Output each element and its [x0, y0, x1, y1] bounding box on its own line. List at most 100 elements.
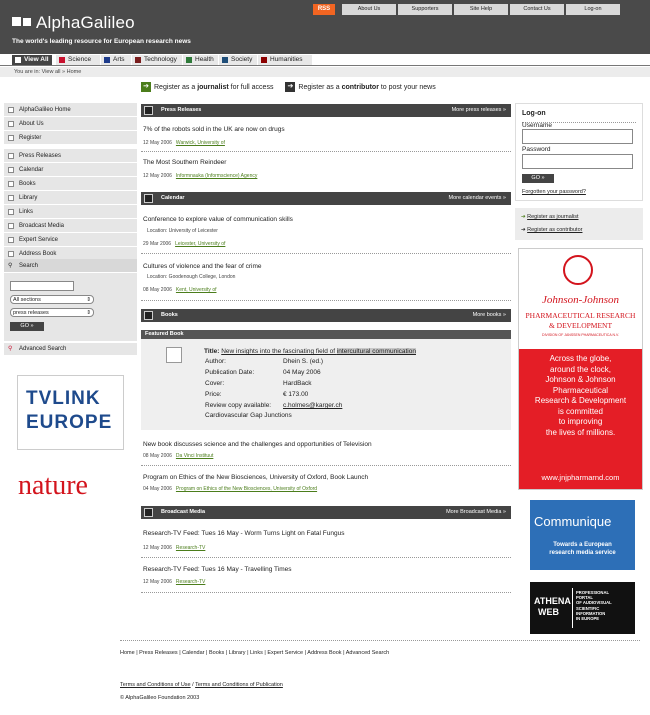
category-color-icon	[261, 57, 267, 63]
divider	[141, 592, 511, 593]
category-color-icon	[186, 57, 192, 63]
select-arrow-icon: ⇕	[86, 297, 91, 303]
type-select[interactable]: press releases ⇕	[10, 308, 94, 317]
bullet-icon	[8, 121, 14, 127]
top-nav-site-help[interactable]: Site Help	[454, 4, 508, 15]
athena-web-ad[interactable]: ATHENA WEB PROFESSIONAL PORTAL OF AUDIOV…	[530, 582, 635, 634]
logon-title: Log-on	[522, 110, 546, 117]
nav-books[interactable]: Books	[4, 177, 137, 191]
category-technology[interactable]: Technology	[132, 55, 182, 65]
more-books-link[interactable]: More books »	[473, 309, 506, 322]
calendar-item-title[interactable]: Cultures of violence and the fear of cri…	[143, 263, 262, 270]
top-nav-contact[interactable]: Contact Us	[510, 4, 564, 15]
calendar-item-source-link[interactable]: Leicester, University of	[175, 241, 225, 247]
book-item-title[interactable]: New book discusses science and the chall…	[143, 441, 372, 448]
arrow-right-icon: ➔	[521, 227, 526, 233]
category-science[interactable]: Science	[56, 55, 100, 65]
nav-home[interactable]: AlphaGalileo Home	[4, 103, 137, 117]
register-journalist-link[interactable]: ➔ Register as a journalist for full acces…	[141, 82, 273, 93]
footer-links[interactable]: Home | Press Releases | Calendar | Books…	[120, 650, 389, 656]
more-press-releases-link[interactable]: More press releases »	[452, 104, 506, 117]
featured-book-label: Featured Book	[141, 330, 511, 339]
calendar-item-title[interactable]: Conference to explore value of communica…	[143, 216, 293, 223]
category-humanities[interactable]: Humanities	[258, 55, 312, 65]
site-logo[interactable]: AlphaGalileo	[36, 13, 135, 33]
book-price-label: Price:	[205, 391, 222, 398]
search-go-button[interactable]: GO »	[10, 322, 44, 331]
terms-of-publication-link[interactable]: Terms and Conditions of Publication	[195, 682, 283, 688]
bullet-icon	[8, 195, 14, 201]
logon-go-button[interactable]: GO »	[522, 174, 554, 183]
nav-calendar[interactable]: Calendar	[4, 163, 137, 177]
search-icon: ⚲	[8, 346, 13, 352]
nav-links[interactable]: Links	[4, 205, 137, 219]
register-journalist-link-right[interactable]: ➔ Register as journalist	[521, 214, 579, 220]
username-input[interactable]	[522, 129, 633, 144]
calendar-item-meta: 29 Mar 2006 Leicester, University of	[143, 241, 226, 247]
nav-broadcast-media[interactable]: Broadcast Media	[4, 219, 137, 233]
jnj-ad[interactable]: Johnson-Johnson PHARMACEUTICAL RESEARCH …	[518, 248, 643, 490]
broadcast-item-title[interactable]: Research-TV Feed: Tues 16 May - Travelli…	[143, 566, 291, 573]
book-item-title[interactable]: Program on Ethics of the New Biosciences…	[143, 474, 368, 481]
top-nav-about[interactable]: About Us	[342, 4, 396, 15]
bullet-icon	[8, 209, 14, 215]
press-item-meta: 12 May 2006 Informnauka (Informscience) A…	[143, 173, 258, 179]
bullet-icon	[8, 181, 14, 187]
broadcast-item-source-link[interactable]: Research-TV	[176, 579, 205, 585]
logo-squares	[12, 17, 31, 26]
nav-library[interactable]: Library	[4, 191, 137, 205]
divider	[141, 465, 511, 466]
nav-expert-service[interactable]: Expert Service	[4, 233, 137, 247]
press-item-title[interactable]: The Most Southern Reindeer	[143, 159, 226, 166]
book-author-value: Dhein S. (ed.)	[283, 358, 324, 365]
bullet-icon	[8, 135, 14, 141]
book-date-value: 04 May 2006	[283, 369, 321, 376]
terms-of-use-link[interactable]: Terms and Conditions of Use	[120, 682, 191, 688]
featured-book-title: Title: New insights into the fascinating…	[204, 348, 416, 355]
tvlink-europe-logo[interactable]: TVLINK EUROPE	[17, 375, 124, 450]
book-item-source-link[interactable]: Da Vinci Instituut	[176, 453, 213, 459]
press-item-title[interactable]: 7% of the robots sold in the UK are now …	[143, 126, 285, 133]
search-input[interactable]	[10, 281, 74, 291]
press-item-source-link[interactable]: Warwick, University of	[176, 140, 225, 146]
jnj-body: Across the globe, around the clock, John…	[519, 349, 642, 489]
nav-press-releases[interactable]: Press Releases	[4, 149, 137, 163]
forgotten-password-link[interactable]: Forgotten your password?	[522, 189, 586, 195]
bullet-icon	[8, 107, 14, 113]
category-society[interactable]: Society	[219, 55, 257, 65]
featured-book-title-link[interactable]: New insights into the fascinating field …	[221, 348, 416, 355]
nature-logo[interactable]: nature	[18, 470, 88, 502]
more-calendar-link[interactable]: More calendar events »	[449, 192, 506, 205]
book-cover-icon	[166, 347, 182, 363]
register-contributor-link-right[interactable]: ➔ Register as contributor	[521, 227, 582, 233]
communique-ad[interactable]: Communique Towards a European research m…	[530, 500, 635, 570]
top-nav-logon[interactable]: Log-on	[566, 4, 620, 15]
nav-register[interactable]: Register	[4, 131, 137, 145]
jnj-logo-text: Johnson-Johnson	[542, 294, 619, 306]
broadcast-item-title[interactable]: Research-TV Feed: Tues 16 May - Worm Tur…	[143, 530, 344, 537]
top-nav: About Us Supporters Site Help Contact Us…	[342, 4, 620, 15]
book-item-source-link[interactable]: Program on Ethics of the New Biosciences…	[176, 486, 317, 492]
top-nav-supporters[interactable]: Supporters	[398, 4, 452, 15]
press-item-source-link[interactable]: Informnauka (Informscience) Agency	[176, 173, 257, 179]
nav-about[interactable]: About Us	[4, 117, 137, 131]
section-select[interactable]: All sections ⇕	[10, 295, 94, 304]
book-date-label: Publication Date:	[205, 369, 255, 376]
rss-button[interactable]: RSS	[313, 4, 335, 15]
book-cover-value: HardBack	[283, 380, 312, 387]
site-tagline: The world's leading resource for Europea…	[12, 38, 191, 45]
book-review-email-link[interactable]: c.holmes@karger.ch	[283, 402, 342, 409]
register-contributor-link[interactable]: ➔ Register as a contributor to post your …	[285, 82, 436, 93]
password-input[interactable]	[522, 154, 633, 169]
category-arts[interactable]: Arts	[101, 55, 131, 65]
broadcast-item-source-link[interactable]: Research-TV	[176, 545, 205, 551]
divider	[141, 557, 511, 558]
register-bar: ➔ Register as a journalist for full acces…	[141, 81, 511, 94]
more-broadcast-link[interactable]: More Broadcast Media »	[446, 506, 506, 519]
category-view-all[interactable]: View All	[12, 55, 52, 65]
calendar-item-source-link[interactable]: Kent, University of	[176, 287, 217, 293]
advanced-search-link[interactable]: ⚲ Advanced Search	[4, 343, 137, 355]
site-header: AlphaGalileo The world's leading resourc…	[0, 0, 650, 54]
category-health[interactable]: Health	[183, 55, 218, 65]
athena-desc: PROFESSIONAL PORTAL OF AUDIOVISUAL SCIEN…	[576, 590, 612, 622]
